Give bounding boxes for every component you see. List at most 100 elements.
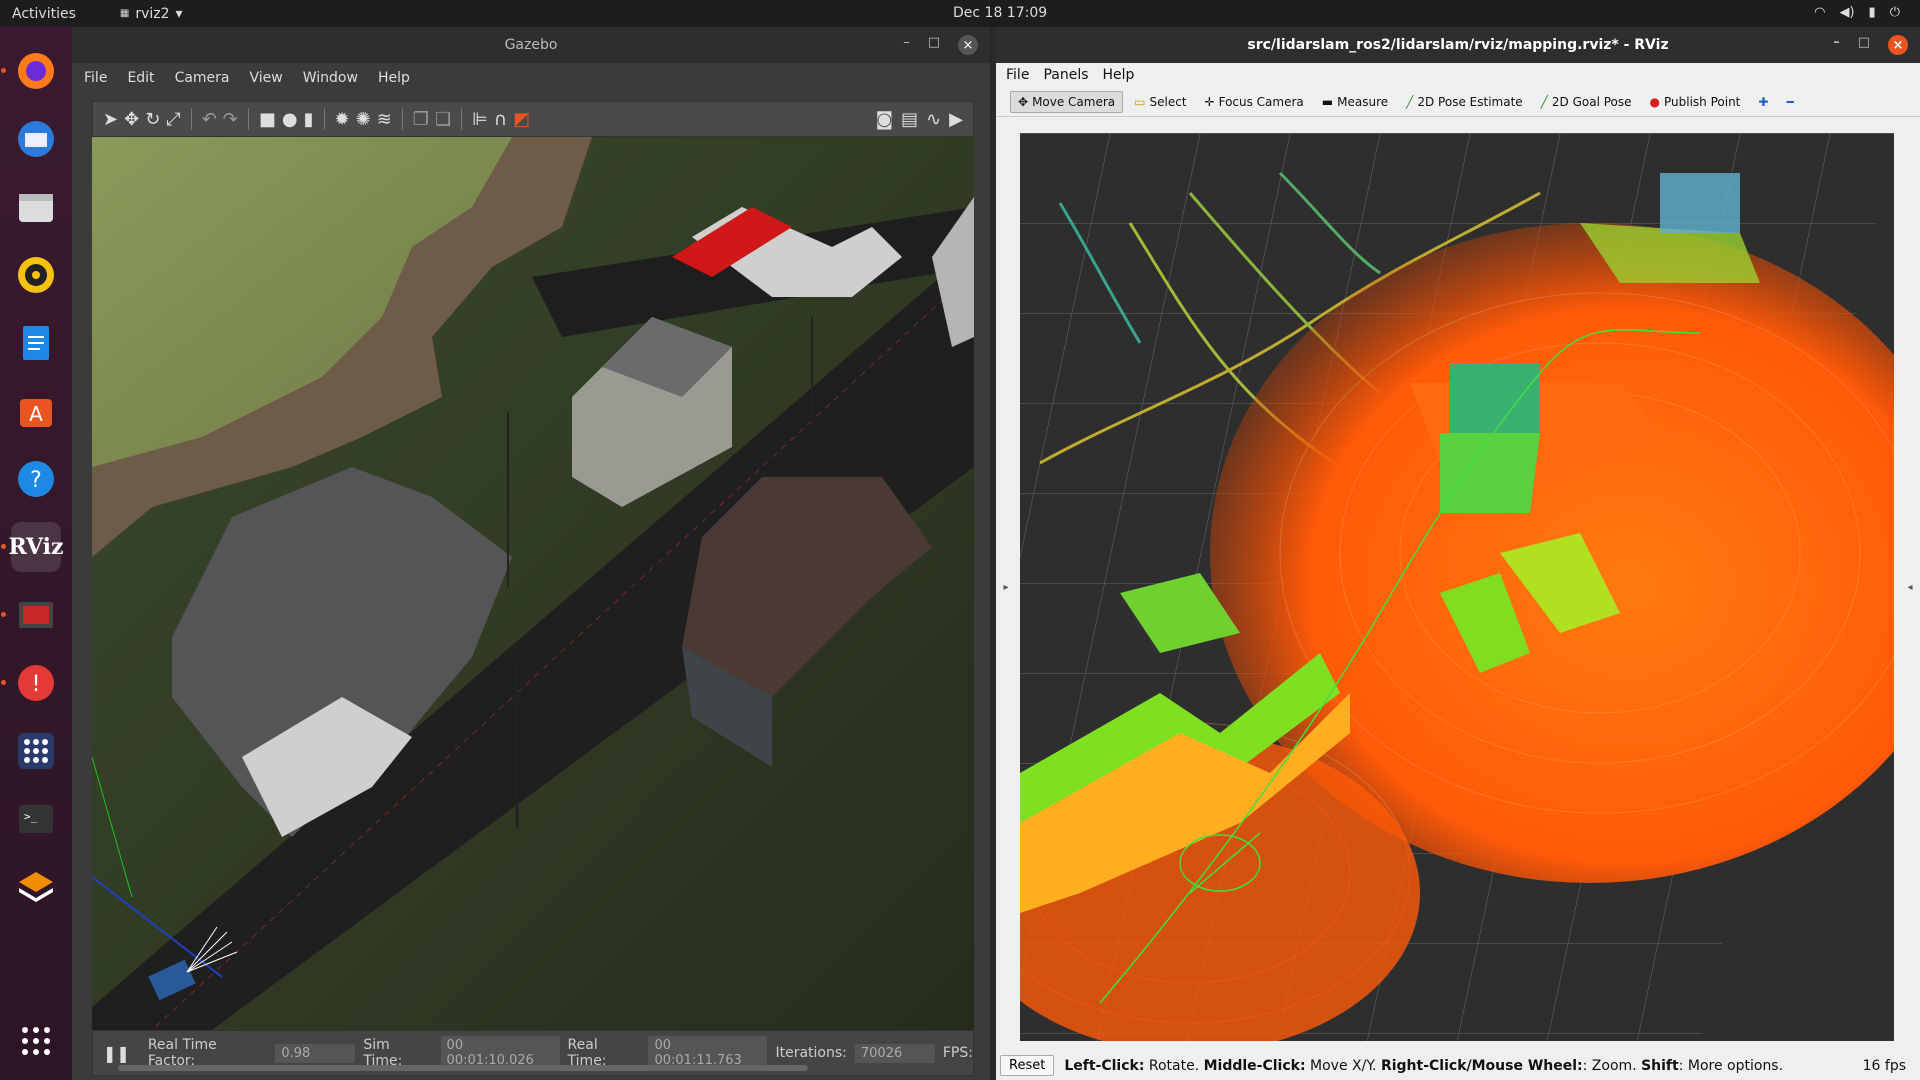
pause-icon[interactable]: ❚❚	[103, 1044, 130, 1063]
rviz-statusbar: Reset Left-Click: Rotate. Middle-Click: …	[996, 1051, 1920, 1080]
rviz-3d-viewport[interactable]	[1020, 133, 1894, 1041]
right-panel-toggle[interactable]: ◂	[1900, 133, 1920, 1041]
rviz-icon[interactable]: RViz	[1, 522, 64, 572]
writer-icon[interactable]	[11, 318, 61, 368]
firefox-icon[interactable]	[1, 46, 61, 96]
redo-icon[interactable]: ↷	[223, 109, 238, 130]
menu-panels[interactable]: Panels	[1043, 67, 1088, 83]
chevron-down-icon: ▾	[175, 5, 183, 22]
svg-text:>_: >_	[24, 810, 38, 823]
dock: A ? RViz ! >_	[0, 27, 72, 1080]
video-icon[interactable]: ▶	[949, 109, 963, 130]
screenshot-app-icon[interactable]	[1, 590, 61, 640]
app-menu[interactable]: ▦ rviz2 ▾	[120, 6, 183, 22]
directional-light-icon[interactable]: ≋	[377, 109, 392, 130]
select-arrow-icon[interactable]: ➤	[103, 109, 118, 130]
add-tool-button[interactable]: ✚	[1751, 92, 1775, 112]
box-icon[interactable]: ■	[259, 109, 276, 130]
rhythmbox-icon[interactable]	[11, 250, 61, 300]
iterations-value: 70026	[854, 1043, 935, 1063]
files-icon[interactable]	[11, 182, 61, 232]
gazebo-titlebar[interactable]: Gazebo – □ ×	[72, 27, 990, 63]
thunderbird-icon[interactable]	[11, 114, 61, 164]
horizontal-scrollbar[interactable]	[118, 1065, 808, 1071]
rviz-menubar: File Panels Help	[996, 63, 1920, 87]
software-icon[interactable]: A	[11, 386, 61, 436]
point-light-icon[interactable]: ✹	[335, 109, 350, 130]
undo-icon[interactable]: ↶	[202, 109, 217, 130]
menu-view[interactable]: View	[250, 70, 283, 86]
menu-camera[interactable]: Camera	[175, 70, 230, 86]
menu-file[interactable]: File	[84, 70, 107, 86]
activities-button[interactable]: Activities	[12, 6, 76, 22]
gazebo-title: Gazebo	[504, 37, 558, 53]
show-apps-icon[interactable]	[11, 1016, 61, 1066]
left-panel-toggle[interactable]: ▸	[996, 133, 1016, 1041]
plot-icon[interactable]: ∿	[926, 109, 941, 130]
menu-edit[interactable]: Edit	[127, 70, 154, 86]
snap-icon[interactable]: ∩	[494, 109, 507, 130]
rviz-toolbar: ✥ Move Camera ▭ Select ✛ Focus Camera ▬ Meas…	[996, 87, 1920, 117]
sphere-icon[interactable]: ●	[282, 109, 298, 130]
power-icon: ⏻	[1889, 5, 1900, 20]
close-icon[interactable]: ×	[1888, 35, 1908, 55]
remove-tool-button[interactable]: ━	[1779, 92, 1800, 112]
apps-dots-icon[interactable]	[11, 726, 61, 776]
svg-text:A: A	[29, 402, 43, 426]
select-label: Select	[1149, 94, 1187, 109]
focus-camera-button[interactable]: ✛ Focus Camera	[1198, 92, 1311, 112]
menu-file[interactable]: File	[1006, 67, 1029, 83]
menu-help[interactable]: Help	[1103, 67, 1135, 83]
copy-icon[interactable]: ❐	[413, 109, 429, 130]
spot-light-icon[interactable]: ✺	[356, 109, 371, 130]
publish-point-button[interactable]: ● Publish Point	[1643, 92, 1748, 112]
gazebo-3d-viewport[interactable]	[92, 137, 974, 1030]
measure-button[interactable]: ▬ Measure	[1315, 92, 1395, 112]
minimize-icon[interactable]: –	[1833, 35, 1840, 55]
rviz-dock-label: RViz	[8, 534, 64, 560]
rtf-value: 0.98	[275, 1043, 356, 1063]
scale-icon[interactable]: ⤢	[166, 109, 180, 130]
ubuntu-layers-icon[interactable]	[11, 862, 61, 912]
move-camera-label: Move Camera	[1032, 94, 1116, 109]
pose-estimate-button[interactable]: ╱ 2D Pose Estimate	[1399, 92, 1530, 112]
update-icon[interactable]: !	[1, 658, 61, 708]
focus-camera-label: Focus Camera	[1218, 94, 1304, 109]
select-icon: ▭	[1134, 94, 1146, 109]
minimize-icon[interactable]: –	[903, 35, 910, 55]
help-icon[interactable]: ?	[11, 454, 61, 504]
minus-icon: ━	[1786, 94, 1794, 109]
maximize-icon[interactable]: □	[928, 35, 940, 55]
green-arrow-icon: ╱	[1540, 94, 1548, 109]
wifi-icon: ◠	[1814, 5, 1826, 20]
system-tray[interactable]: ◠ ◀) ▮ ⏻	[1814, 5, 1900, 20]
move-camera-icon: ✥	[1018, 94, 1029, 109]
menu-window[interactable]: Window	[303, 70, 358, 86]
hint-shift: Shift	[1641, 1057, 1679, 1074]
select-button[interactable]: ▭ Select	[1127, 92, 1193, 112]
maximize-icon[interactable]: □	[1858, 35, 1870, 55]
rviz-window: src/lidarslam_ros2/lidarslam/rviz/mappin…	[996, 27, 1920, 1080]
goal-pose-button[interactable]: ╱ 2D Goal Pose	[1534, 92, 1639, 112]
chevron-right-icon: ◂	[1907, 581, 1913, 593]
view-angle-icon[interactable]: ◩	[513, 109, 530, 130]
chevron-left-icon: ▸	[1003, 581, 1009, 593]
cylinder-icon[interactable]: ▮	[304, 109, 314, 130]
volume-icon: ◀)	[1839, 5, 1855, 20]
close-icon[interactable]: ×	[958, 35, 978, 55]
hint-move: Move X/Y.	[1305, 1057, 1381, 1074]
camera-icon[interactable]: ◙	[876, 109, 893, 130]
terminal-icon[interactable]: >_	[11, 794, 61, 844]
app-name: rviz2	[135, 5, 170, 22]
paste-icon[interactable]: ❏	[435, 109, 451, 130]
translate-icon[interactable]: ✥	[124, 109, 139, 130]
rotate-icon[interactable]: ↻	[145, 109, 160, 130]
move-camera-button[interactable]: ✥ Move Camera	[1010, 90, 1124, 113]
clock[interactable]: Dec 18 17:09	[953, 5, 1047, 21]
log-icon[interactable]: ▤	[901, 109, 918, 130]
reset-button[interactable]: Reset	[1000, 1055, 1055, 1076]
rviz-titlebar[interactable]: src/lidarslam_ros2/lidarslam/rviz/mappin…	[996, 27, 1920, 63]
menu-help[interactable]: Help	[378, 70, 410, 86]
top-bar: Activities ▦ rviz2 ▾ Dec 18 17:09 ◠ ◀) ▮…	[0, 0, 1920, 27]
align-icon[interactable]: ⊫	[472, 109, 488, 130]
